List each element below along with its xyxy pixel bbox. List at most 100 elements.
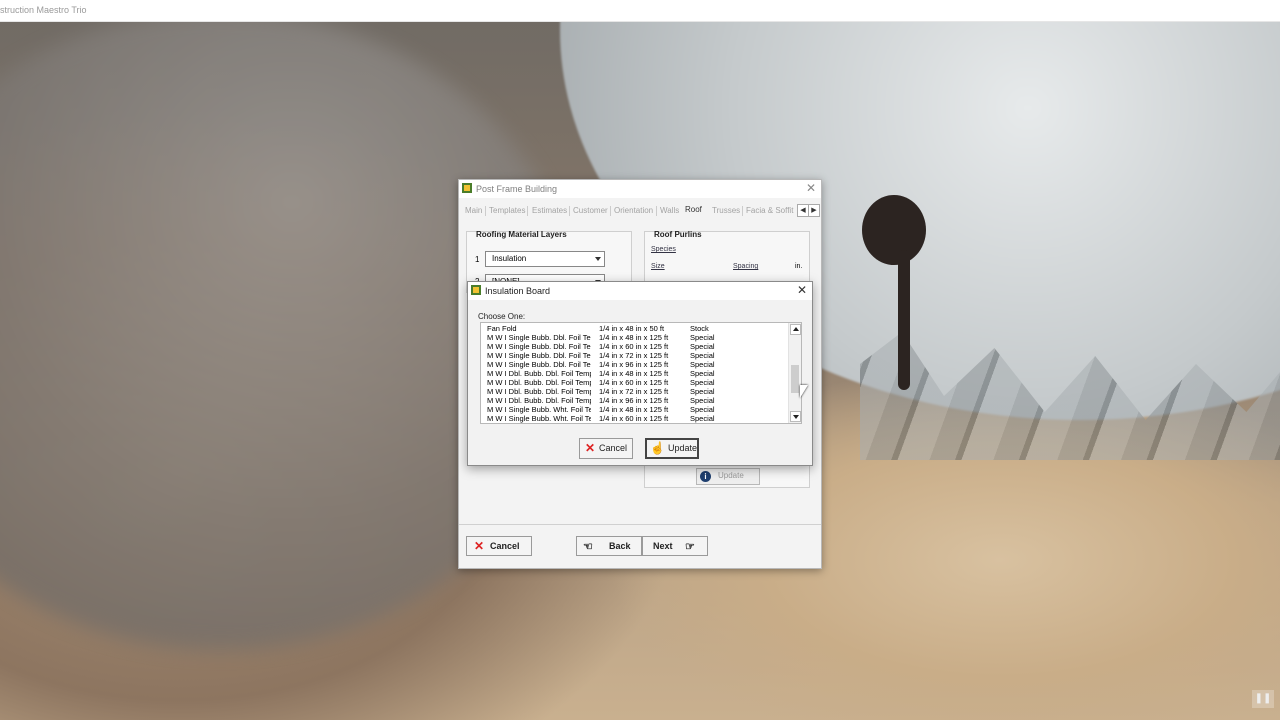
item-status: Special (690, 342, 715, 351)
close-icon: ✕ (585, 441, 596, 455)
tab-main[interactable]: Main (465, 206, 482, 215)
disabled-update-label: Update (718, 471, 744, 480)
item-size: 1/4 in x 48 in x 50 ft (599, 324, 665, 333)
close-icon[interactable]: ✕ (795, 283, 809, 297)
list-item[interactable]: M W I Dbl. Bubb. Dbl. Foil Temp 1/4 in x… (487, 369, 787, 378)
pointing-right-icon: ☞ (685, 541, 695, 553)
item-name: M W I Dbl. Bubb. Dbl. Foil Temp (487, 387, 591, 396)
item-size: 1/4 in x 60 in x 125 ft (599, 342, 669, 351)
list-item[interactable]: Fan Fold 1/4 in x 48 in x 50 ft Stock (487, 324, 787, 333)
dialog-title: Insulation Board (485, 286, 551, 296)
item-size: 1/4 in x 96 in x 125 ft (599, 360, 669, 369)
item-status: Special (690, 396, 715, 405)
item-name: M W I Single Bubb. Dbl. Foil Temp (487, 360, 591, 369)
list-item[interactable]: M W I Single Bubb. Dbl. Foil Temp 1/4 in… (487, 351, 787, 360)
item-name: Fan Fold (487, 324, 517, 333)
tab-divider (527, 206, 528, 216)
arrow-up-icon (793, 327, 799, 331)
item-status: Special (690, 414, 715, 423)
tab-estimates[interactable]: Estimates (532, 206, 567, 215)
info-icon: i (700, 471, 711, 482)
spacing-unit: in. (795, 263, 803, 270)
list-item[interactable]: M W I Single Bubb. Wht. Foil Temp 1/4 in… (487, 405, 787, 414)
item-name: M W I Single Bubb. Dbl. Foil Temp (487, 351, 591, 360)
scroll-up-button[interactable] (790, 324, 801, 335)
item-size: 1/4 in x 48 in x 125 ft (599, 333, 669, 342)
item-status: Special (690, 351, 715, 360)
list-item[interactable]: M W I Dbl. Bubb. Dbl. Foil Temp 1/4 in x… (487, 387, 787, 396)
dialog-update-button[interactable]: ☝ Update (645, 438, 699, 459)
list-item[interactable]: M W I Dbl. Bubb. Dbl. Foil Temp 1/4 in x… (487, 378, 787, 387)
item-size: 1/4 in x 72 in x 125 ft (599, 351, 669, 360)
item-status: Special (690, 405, 715, 414)
app-icon (471, 285, 481, 295)
back-label: Back (609, 541, 631, 551)
item-status: Special (690, 369, 715, 378)
roof-purlins-title: Roof Purlins (654, 230, 702, 239)
tab-orientation[interactable]: Orientation (614, 206, 653, 215)
insulation-listbox[interactable]: Fan Fold 1/4 in x 48 in x 50 ft Stock M … (480, 322, 802, 424)
item-status: Stock (690, 324, 709, 333)
item-name: M W I Dbl. Bubb. Dbl. Foil Temp (487, 396, 591, 405)
tab-scroll: ◀ ▶ (797, 204, 820, 217)
tab-divider (485, 206, 486, 216)
window-titlebar: Post Frame Building ✕ (459, 180, 821, 198)
item-size: 1/4 in x 60 in x 125 ft (599, 378, 669, 387)
dialog-cancel-label: Cancel (599, 443, 628, 453)
item-name: M W I Single Bubb. Wht. Foil Temp (487, 405, 591, 414)
window-title: Post Frame Building (476, 184, 558, 194)
item-status: Special (690, 360, 715, 369)
scroll-thumb[interactable] (791, 365, 799, 393)
tab-scroll-right-icon[interactable]: ▶ (808, 204, 820, 217)
item-size: 1/4 in x 48 in x 125 ft (599, 369, 669, 378)
tab-roof[interactable]: Roof (685, 205, 702, 214)
tab-divider (742, 206, 743, 216)
list-item[interactable]: M W I Single Bubb. Wht. Foil Temp 1/4 in… (487, 414, 787, 423)
back-button[interactable]: ☜ Back (576, 536, 642, 556)
size-label[interactable]: Size (651, 263, 665, 270)
dialog-update-label: Update (668, 443, 698, 453)
vertical-scrollbar[interactable] (788, 323, 801, 423)
next-button[interactable]: Next ☞ (642, 536, 708, 556)
mouse-cursor-icon (800, 385, 808, 398)
tab-strip: Main Templates Estimates Customer Orient… (463, 204, 820, 218)
list-item[interactable]: M W I Single Bubb. Dbl. Foil Temp 1/4 in… (487, 360, 787, 369)
close-icon[interactable]: ✕ (804, 181, 818, 195)
disabled-update-button[interactable]: i Update (696, 468, 760, 485)
list-item[interactable]: M W I Single Bubb. Dbl. Foil Temp 1/4 in… (487, 342, 787, 351)
item-status: Special (690, 333, 715, 342)
cancel-button[interactable]: ✕ Cancel (466, 536, 532, 556)
roofing-layers-title: Roofing Material Layers (476, 230, 567, 239)
item-size: 1/4 in x 96 in x 125 ft (599, 396, 669, 405)
item-size: 1/4 in x 72 in x 125 ft (599, 387, 669, 396)
list-item[interactable]: M W I Dbl. Bubb. Dbl. Foil Temp 1/4 in x… (487, 396, 787, 405)
app-title-bar: struction Maestro Trio (0, 0, 1280, 22)
pause-icon[interactable]: ❚❚ (1252, 690, 1274, 708)
layer-1-select[interactable]: Insulation (485, 251, 605, 267)
chevron-down-icon (595, 257, 601, 261)
layer-1-value: Insulation (492, 254, 527, 263)
tab-customer[interactable]: Customer (573, 206, 608, 215)
choose-label: Choose One: (478, 312, 526, 321)
blade-slot (862, 195, 926, 265)
item-name: M W I Single Bubb. Dbl. Foil Temp (487, 333, 591, 342)
tab-templates[interactable]: Templates (489, 206, 525, 215)
app-icon (462, 183, 472, 193)
tab-walls[interactable]: Walls (660, 206, 679, 215)
layer-number: 1 (475, 255, 480, 264)
next-label: Next (653, 541, 673, 551)
tab-divider (569, 206, 570, 216)
tab-divider (656, 206, 657, 216)
tab-facia-soffit[interactable]: Facia & Soffit (746, 206, 793, 215)
app-title: struction Maestro Trio (0, 5, 87, 15)
tab-trusses[interactable]: Trusses (712, 206, 740, 215)
species-label[interactable]: Species (651, 246, 676, 253)
tab-divider (610, 206, 611, 216)
pointing-hand-icon: ☝ (650, 441, 665, 455)
list-item[interactable]: M W I Single Bubb. Dbl. Foil Temp 1/4 in… (487, 333, 787, 342)
dialog-cancel-button[interactable]: ✕ Cancel (579, 438, 633, 459)
update-panel: i Update (644, 466, 810, 488)
footer-divider (459, 524, 821, 525)
scroll-down-button[interactable] (790, 411, 801, 422)
spacing-label[interactable]: Spacing (733, 263, 758, 270)
